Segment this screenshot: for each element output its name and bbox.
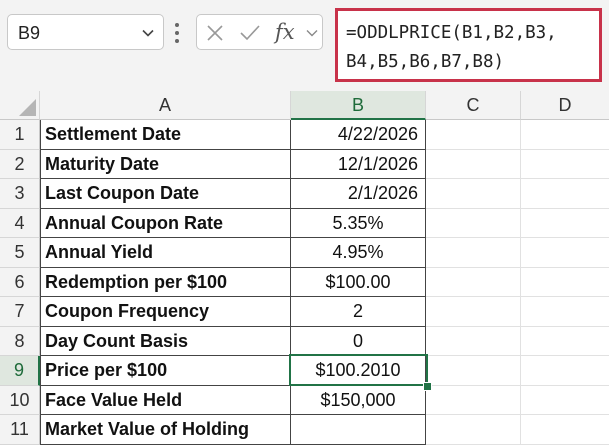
cell-a10[interactable]: Face Value Held	[40, 385, 291, 415]
row-header-5[interactable]: 5	[0, 238, 40, 268]
cell-c10[interactable]	[426, 385, 521, 415]
fill-handle[interactable]	[423, 382, 432, 391]
row-header-11[interactable]: 11	[0, 415, 40, 445]
cell-a4[interactable]: Annual Coupon Rate	[40, 208, 291, 238]
column-header-c[interactable]: C	[426, 91, 521, 120]
cell-c1[interactable]	[426, 120, 521, 150]
cell-c9[interactable]	[426, 356, 521, 386]
column-header-d[interactable]: D	[521, 91, 609, 120]
chevron-down-icon[interactable]	[141, 26, 155, 40]
cell-b6[interactable]: $100.00	[291, 267, 426, 297]
cell-b1[interactable]: 4/22/2026	[291, 120, 426, 150]
cell-a3[interactable]: Last Coupon Date	[40, 179, 291, 209]
cell-a8[interactable]: Day Count Basis	[40, 326, 291, 356]
cell-d5[interactable]	[521, 238, 609, 268]
row-header-7[interactable]: 7	[0, 297, 40, 327]
cell-a6[interactable]: Redemption per $100	[40, 267, 291, 297]
row-header-10[interactable]: 10	[0, 385, 40, 415]
column-header-a[interactable]: A	[40, 91, 291, 120]
formula-controls: fx	[196, 14, 323, 50]
cell-c7[interactable]	[426, 297, 521, 327]
cell-b10[interactable]: $150,000	[291, 385, 426, 415]
cell-d2[interactable]	[521, 150, 609, 179]
cell-c11[interactable]	[426, 415, 521, 445]
cell-d3[interactable]	[521, 179, 609, 209]
row-header-2[interactable]: 2	[0, 149, 40, 179]
more-vertical-icon[interactable]	[174, 20, 180, 46]
cell-c6[interactable]	[426, 267, 521, 297]
chevron-down-icon[interactable]	[305, 26, 319, 40]
cell-d6[interactable]	[521, 268, 609, 297]
cell-b7[interactable]: 2	[291, 297, 426, 327]
formula-input[interactable]: =ODDLPRICE(B1,B2,B3, B4,B5,B6,B7,B8)	[335, 8, 602, 82]
column-header-b[interactable]: B	[291, 91, 426, 120]
active-cell-border	[289, 354, 428, 386]
formula-text[interactable]: =ODDLPRICE(B1,B2,B3, B4,B5,B6,B7,B8)	[346, 19, 598, 77]
cell-b11[interactable]	[291, 415, 426, 445]
cell-a5[interactable]: Annual Yield	[40, 238, 291, 268]
cell-b4[interactable]: 5.35%	[291, 208, 426, 238]
name-box-value[interactable]: B9	[18, 23, 40, 44]
cancel-x-icon[interactable]	[205, 23, 225, 43]
cell-b2[interactable]: 12/1/2026	[291, 149, 426, 179]
formula-bar-area: B9 fx =ODDLPRICE(B1,B2,B3, B4,B5,B6,B7,B…	[0, 0, 609, 91]
row-header-9[interactable]: 9	[0, 356, 40, 386]
name-box[interactable]: B9	[7, 14, 164, 50]
row-header-4[interactable]: 4	[0, 208, 40, 238]
cell-b3[interactable]: 2/1/2026	[291, 179, 426, 209]
cell-d7[interactable]	[521, 297, 609, 327]
cell-a9[interactable]: Price per $100	[40, 356, 291, 386]
cell-d1[interactable]	[521, 120, 609, 150]
formula-line-1: =ODDLPRICE(B1,B2,B3,	[346, 23, 557, 43]
cell-c8[interactable]	[426, 326, 521, 356]
cell-a7[interactable]: Coupon Frequency	[40, 297, 291, 327]
formula-line-2: B4,B5,B6,B7,B8)	[346, 52, 505, 72]
cell-c4[interactable]	[426, 208, 521, 238]
cell-d10[interactable]	[521, 386, 609, 415]
cell-b8[interactable]: 0	[291, 326, 426, 356]
row-header-3[interactable]: 3	[0, 179, 40, 209]
cell-a11[interactable]: Market Value of Holding	[40, 415, 291, 445]
cell-d4[interactable]	[521, 209, 609, 238]
function-fx-icon[interactable]: fx	[275, 20, 295, 44]
cell-d9[interactable]	[521, 356, 609, 386]
cell-c3[interactable]	[426, 179, 521, 209]
cell-d11[interactable]	[521, 415, 609, 445]
cell-c5[interactable]	[426, 238, 521, 268]
enter-check-icon[interactable]	[239, 23, 261, 43]
cell-a1[interactable]: Settlement Date	[40, 120, 291, 150]
row-header-1[interactable]: 1	[0, 120, 40, 150]
cell-c2[interactable]	[426, 149, 521, 179]
select-all-corner[interactable]	[0, 91, 40, 120]
cell-d8[interactable]	[521, 327, 609, 356]
cell-b5[interactable]: 4.95%	[291, 238, 426, 268]
row-header-8[interactable]: 8	[0, 326, 40, 356]
row-header-6[interactable]: 6	[0, 267, 40, 297]
cell-a2[interactable]: Maturity Date	[40, 149, 291, 179]
